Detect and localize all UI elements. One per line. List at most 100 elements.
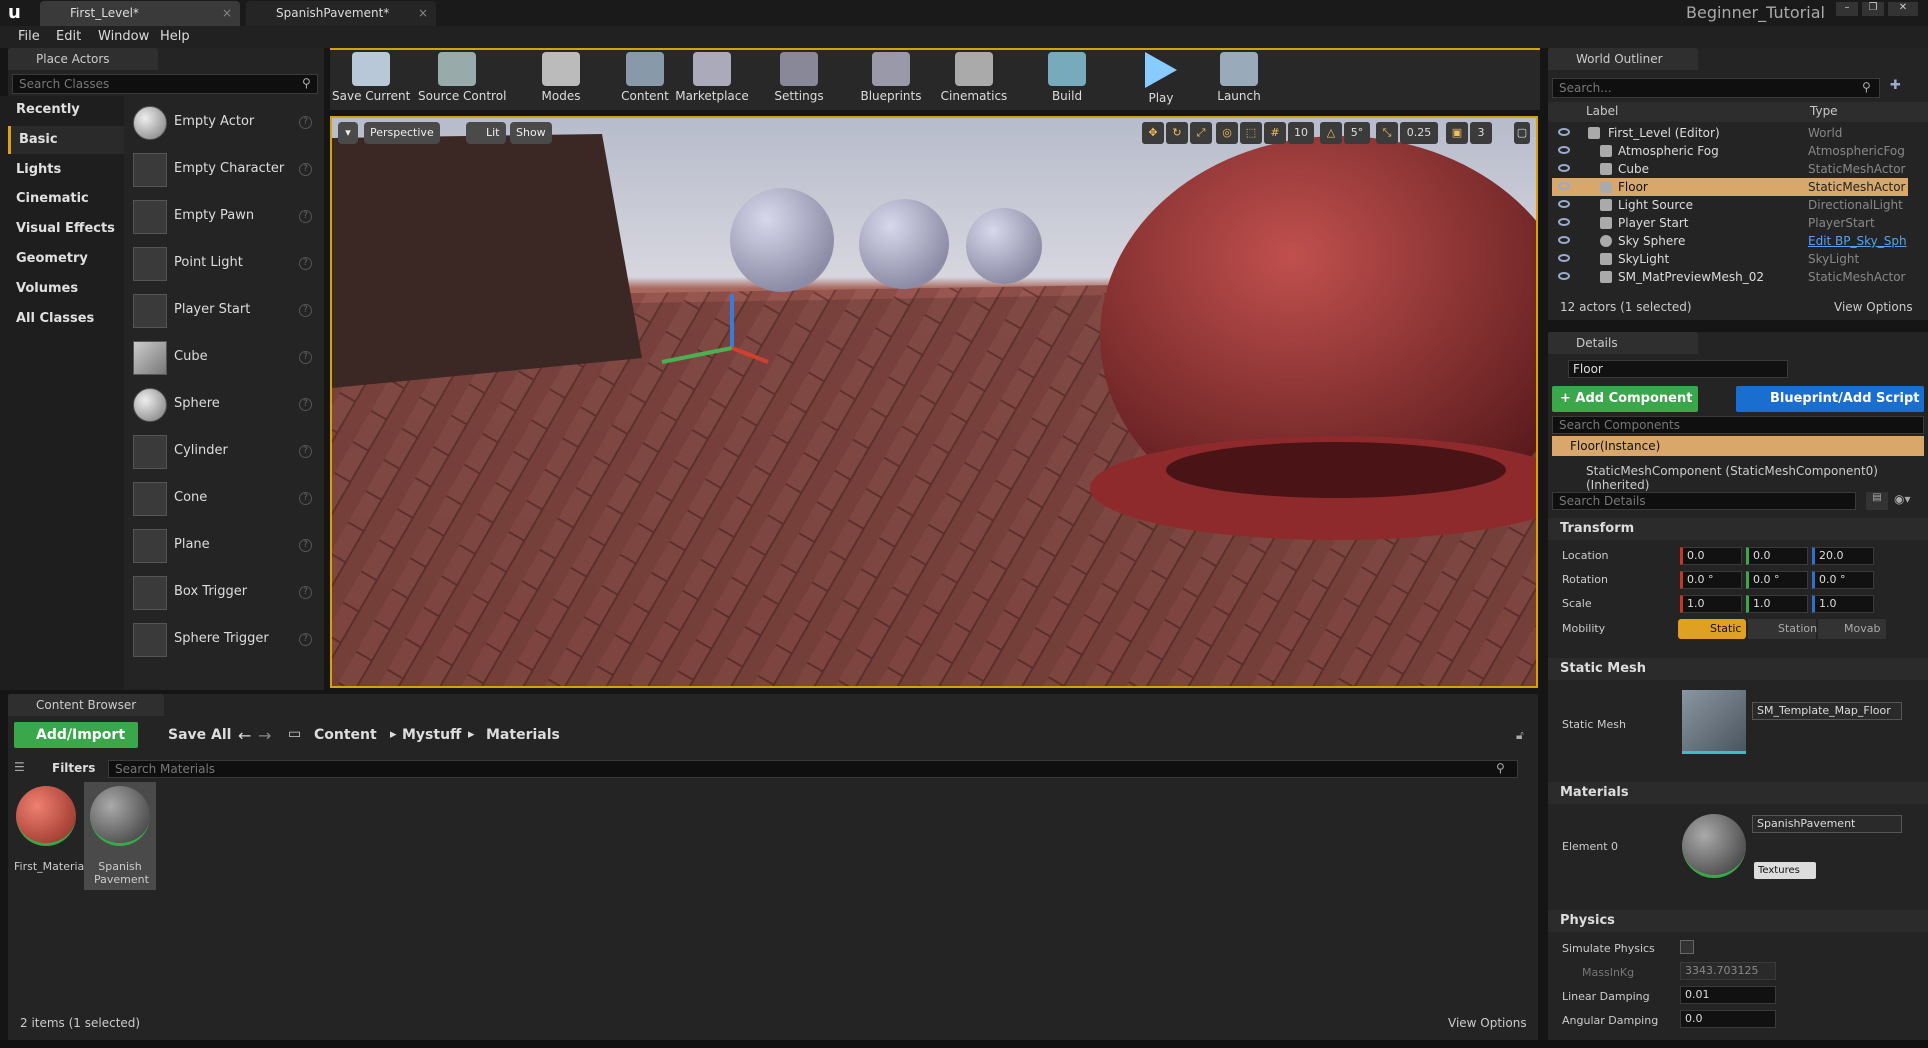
menu-window[interactable]: Window <box>98 26 149 48</box>
tab-first-level[interactable]: First_Level* × <box>40 1 240 26</box>
surface-snap-icon[interactable]: ⬚ <box>1240 122 1262 144</box>
transform-section[interactable]: Transform <box>1548 518 1928 540</box>
outliner-row-skylight[interactable]: SkyLight SkyLight <box>1552 250 1908 268</box>
tab-spanish-pavement[interactable]: SpanishPavement* × <box>246 1 436 26</box>
grid-snap-value[interactable]: 10 <box>1288 122 1314 144</box>
camera-speed-value[interactable]: 3 <box>1470 122 1492 144</box>
scale-snap-value[interactable]: 0.25 <box>1400 122 1438 144</box>
marketplace-button[interactable]: Marketplace <box>673 48 751 106</box>
category-visual-effects[interactable]: Visual Effects <box>8 215 124 243</box>
actor-box-trigger[interactable]: Box Trigger? <box>128 570 320 616</box>
help-icon[interactable]: ? <box>299 633 312 646</box>
menu-edit[interactable]: Edit <box>56 26 81 48</box>
close-button[interactable]: ✕ <box>1888 2 1918 16</box>
rotation-x-field[interactable]: 0.0 ° <box>1680 571 1742 589</box>
maximize-viewport-icon[interactable]: ▢ <box>1514 122 1530 144</box>
simulate-physics-checkbox[interactable] <box>1680 940 1694 954</box>
outliner-row-player-start[interactable]: Player Start PlayerStart <box>1552 214 1908 232</box>
help-icon[interactable]: ? <box>299 304 312 317</box>
save-all-button[interactable]: Save All <box>152 727 231 743</box>
help-icon[interactable]: ? <box>299 257 312 270</box>
material-dropdown[interactable]: SpanishPavement <box>1752 815 1902 833</box>
forward-icon[interactable]: → <box>258 726 271 745</box>
maximize-button[interactable]: ❐ <box>1862 2 1884 16</box>
outliner-row-light-source[interactable]: Light Source DirectionalLight <box>1552 196 1908 214</box>
rotation-snap-value[interactable]: 5° <box>1344 122 1370 144</box>
search-components-input[interactable]: Search Components <box>1552 416 1924 434</box>
lit-button[interactable]: Lit <box>466 122 506 144</box>
category-all-classes[interactable]: All Classes <box>8 305 124 333</box>
rotation-snap-icon[interactable]: △ <box>1320 122 1342 144</box>
settings-button[interactable]: Settings <box>760 48 838 106</box>
static-mesh-thumbnail[interactable] <box>1682 690 1746 754</box>
breadcrumb-mystuff[interactable]: Mystuff <box>402 727 461 743</box>
outliner-row-atmospheric-fog[interactable]: Atmospheric Fog AtmosphericFog <box>1552 142 1908 160</box>
component-row[interactable]: StaticMeshComponent (StaticMeshComponent… <box>1586 464 1928 492</box>
close-icon[interactable]: × <box>418 1 428 26</box>
help-icon[interactable]: ? <box>299 351 312 364</box>
actor-sphere-trigger[interactable]: Sphere Trigger? <box>128 617 320 663</box>
scale-z-field[interactable]: 1.0 <box>1812 595 1874 613</box>
eye-icon[interactable] <box>1558 128 1570 136</box>
column-label[interactable]: Label <box>1586 104 1618 118</box>
category-geometry[interactable]: Geometry <box>8 245 124 273</box>
grid-icon[interactable]: # <box>1264 122 1286 144</box>
actor-point-light[interactable]: Point Light? <box>128 241 320 287</box>
column-type[interactable]: Type <box>1810 104 1838 118</box>
perspective-button[interactable]: Perspective <box>364 122 440 144</box>
help-icon[interactable]: ? <box>299 492 312 505</box>
instance-row[interactable]: Floor(Instance) <box>1552 436 1924 456</box>
help-icon[interactable]: ? <box>299 163 312 176</box>
rotation-z-field[interactable]: 0.0 ° <box>1812 571 1874 589</box>
build-button[interactable]: Build <box>1028 48 1106 106</box>
eye-icon[interactable] <box>1558 146 1570 154</box>
location-y-field[interactable]: 0.0 <box>1746 547 1808 565</box>
outliner-row-first-level[interactable]: First_Level (Editor) World <box>1552 124 1908 142</box>
eye-icon[interactable] <box>1558 236 1570 244</box>
content-browser-tab[interactable]: Content Browser <box>8 694 164 716</box>
help-icon[interactable]: ? <box>299 116 312 129</box>
actor-player-start[interactable]: Player Start? <box>128 288 320 334</box>
asset-first-material[interactable]: First_Material <box>14 784 87 884</box>
outliner-row-floor[interactable]: Floor StaticMeshActor <box>1552 178 1908 196</box>
linear-damping-field[interactable]: 0.01 <box>1680 986 1776 1004</box>
search-details-input[interactable]: Search Details <box>1552 492 1856 510</box>
location-label[interactable]: Location <box>1562 549 1609 562</box>
rotation-y-field[interactable]: 0.0 ° <box>1746 571 1808 589</box>
actor-cylinder[interactable]: Cylinder? <box>128 429 320 475</box>
launch-button[interactable]: Launch <box>1200 48 1278 106</box>
location-z-field[interactable]: 20.0 <box>1812 547 1874 565</box>
scale-snap-icon[interactable]: ⤡ <box>1376 122 1398 144</box>
outliner-search-input[interactable]: Search... <box>1552 78 1880 98</box>
category-volumes[interactable]: Volumes <box>8 275 124 303</box>
materials-section[interactable]: Materials <box>1548 782 1928 804</box>
category-lights[interactable]: Lights <box>8 156 124 184</box>
eye-icon[interactable] <box>1558 218 1570 226</box>
close-icon[interactable]: × <box>222 1 232 26</box>
filters-button[interactable]: Filters <box>40 758 106 778</box>
viewport[interactable]: ▾ Perspective Lit Show ✥ ↻ ⤢ ◎ ⬚ # 10 △ … <box>330 116 1538 688</box>
rotate-icon[interactable]: ↻ <box>1166 122 1188 144</box>
angular-damping-field[interactable]: 0.0 <box>1680 1010 1776 1028</box>
asset-spanish-pavement[interactable]: Spanish Pavement <box>84 782 156 890</box>
category-cinematic[interactable]: Cinematic <box>8 185 124 213</box>
visibility-icon[interactable]: ◉▾ <box>1894 492 1922 510</box>
mobility-stationary-button[interactable]: Station <box>1748 619 1817 639</box>
material-thumbnail[interactable] <box>1682 814 1746 878</box>
scale-x-field[interactable]: 1.0 <box>1680 595 1742 613</box>
blueprints-button[interactable]: Blueprints <box>852 48 930 106</box>
play-button[interactable]: Play <box>1122 48 1200 106</box>
actor-empty-actor[interactable]: Empty Actor? <box>128 100 320 146</box>
viewport-menu-button[interactable]: ▾ <box>338 122 358 144</box>
menu-file[interactable]: File <box>18 26 40 48</box>
outliner-view-options[interactable]: View Options <box>1834 300 1913 314</box>
actor-name-field[interactable]: Floor <box>1568 360 1788 378</box>
physics-section[interactable]: Physics <box>1548 910 1928 932</box>
textures-dropdown[interactable]: Textures <box>1754 862 1816 879</box>
mobility-static-button[interactable]: Static <box>1678 619 1746 639</box>
eye-icon[interactable] <box>1558 254 1570 262</box>
static-mesh-section[interactable]: Static Mesh <box>1548 658 1928 680</box>
actor-sphere[interactable]: Sphere? <box>128 382 320 428</box>
details-tab[interactable]: Details <box>1548 332 1698 354</box>
source-control-button[interactable]: Source Control <box>418 48 506 106</box>
